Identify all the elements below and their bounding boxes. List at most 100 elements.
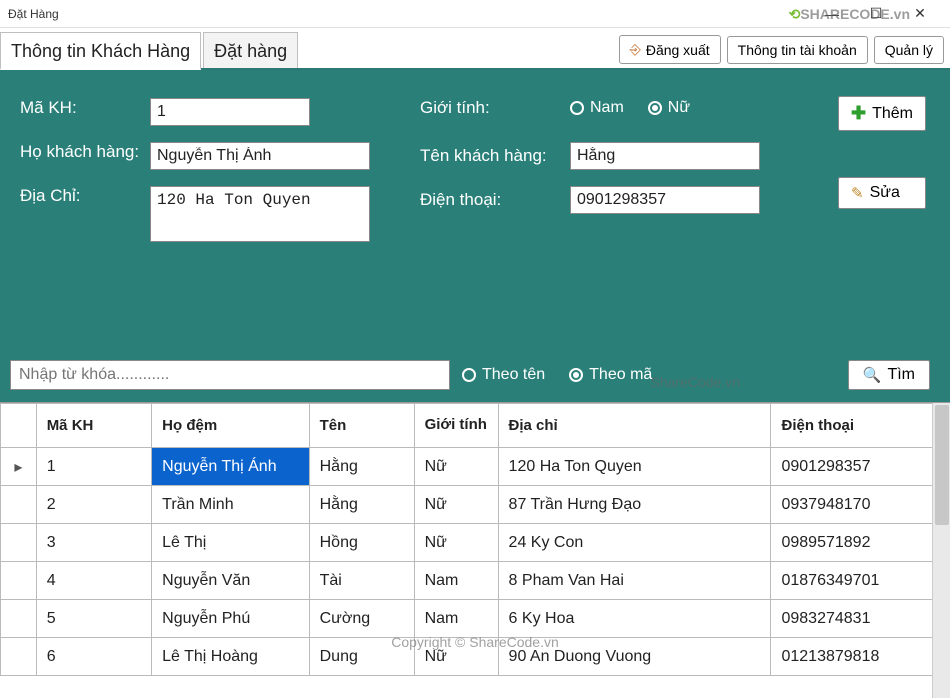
logout-button[interactable]: ⎆ Đăng xuất	[619, 35, 721, 64]
cell-dia-chi[interactable]: 24 Ky Con	[498, 524, 771, 562]
cell-ten[interactable]: Hằng	[309, 448, 414, 486]
cell-ten[interactable]: Hằng	[309, 486, 414, 524]
cell-ma-kh[interactable]: 1	[36, 448, 151, 486]
dienthoai-label: Điện thoại:	[420, 190, 570, 210]
gender-nu-option[interactable]: Nữ	[648, 99, 690, 117]
cell-gioi-tinh[interactable]: Nữ	[414, 448, 498, 486]
customer-table[interactable]: Mã KH Họ đệm Tên Giới tính Địa chỉ Điện …	[0, 403, 950, 676]
table-row[interactable]: 4Nguyễn Văn TàiNam8 Pham Van Hai01876349…	[1, 562, 950, 600]
search-button[interactable]: 🔍 Tìm	[848, 360, 930, 390]
cell-ho-dem[interactable]: Lê Thị	[152, 524, 309, 562]
edit-label: Sửa	[870, 184, 900, 202]
ma-kh-label: Mã KH:	[20, 98, 150, 118]
edit-icon: ✎	[851, 184, 864, 202]
customer-table-wrap: Mã KH Họ đệm Tên Giới tính Địa chỉ Điện …	[0, 402, 950, 698]
cell-ho-dem[interactable]: Nguyễn Văn	[152, 562, 309, 600]
cell-dien-thoai[interactable]: 01213879818	[771, 638, 950, 676]
search-by-name-label: Theo tên	[482, 366, 545, 384]
cell-ho-dem[interactable]: Nguyễn Phú	[152, 600, 309, 638]
cell-dia-chi[interactable]: 87 Trần Hưng Đạo	[498, 486, 771, 524]
tab-customer-info[interactable]: Thông tin Khách Hàng	[0, 32, 201, 70]
cell-dia-chi[interactable]: 8 Pham Van Hai	[498, 562, 771, 600]
cell-ho-dem[interactable]: Nguyễn Thị Ánh	[152, 448, 309, 486]
table-row[interactable]: 5Nguyễn PhúCườngNam6 Ky Hoa0983274831	[1, 600, 950, 638]
row-handle: ▸	[1, 448, 37, 486]
cell-dia-chi[interactable]: 90 An Duong Vuong	[498, 638, 771, 676]
gender-nu-label: Nữ	[668, 99, 690, 117]
edit-button[interactable]: ✎ Sửa	[838, 177, 926, 209]
radio-icon	[569, 368, 583, 382]
cell-ma-kh[interactable]: 4	[36, 562, 151, 600]
manage-button[interactable]: Quản lý	[874, 36, 944, 64]
cell-ma-kh[interactable]: 6	[36, 638, 151, 676]
diachi-input[interactable]: 120 Ha Ton Quyen	[150, 186, 370, 242]
col-ten[interactable]: Tên	[309, 404, 414, 448]
cell-dien-thoai[interactable]: 0989571892	[771, 524, 950, 562]
cell-dia-chi[interactable]: 6 Ky Hoa	[498, 600, 771, 638]
cell-ho-dem[interactable]: Trần Minh	[152, 486, 309, 524]
gender-nam-option[interactable]: Nam	[570, 99, 624, 117]
ten-input[interactable]	[570, 142, 760, 170]
cell-ho-dem[interactable]: Lê Thị Hoàng	[152, 638, 309, 676]
search-bar: Theo tên Theo mã 🔍 Tìm	[0, 350, 950, 402]
table-row[interactable]: 3Lê ThịHồngNữ24 Ky Con0989571892	[1, 524, 950, 562]
manage-label: Quản lý	[885, 42, 933, 58]
cell-dien-thoai[interactable]: 0901298357	[771, 448, 950, 486]
gender-radio-group: Nam Nữ	[570, 99, 690, 117]
cell-gioi-tinh[interactable]: Nữ	[414, 524, 498, 562]
ho-input[interactable]	[150, 142, 370, 170]
gender-nam-label: Nam	[590, 99, 624, 117]
col-dien-thoai[interactable]: Điện thoại	[771, 404, 950, 448]
minimize-button[interactable]: —	[810, 1, 854, 27]
radio-icon	[570, 101, 584, 115]
radio-icon	[462, 368, 476, 382]
cell-ten[interactable]: Cường	[309, 600, 414, 638]
table-row[interactable]: 2Trần MinhHằngNữ87 Trần Hưng Đạo09379481…	[1, 486, 950, 524]
search-input[interactable]	[10, 360, 450, 390]
maximize-button[interactable]: ☐	[854, 1, 898, 27]
cell-ma-kh[interactable]: 5	[36, 600, 151, 638]
scrollbar-thumb[interactable]	[935, 405, 949, 525]
cell-ten[interactable]: Dung	[309, 638, 414, 676]
cell-ten[interactable]: Tài	[309, 562, 414, 600]
tab-order[interactable]: Đặt hàng	[203, 32, 298, 68]
row-handle	[1, 524, 37, 562]
account-info-label: Thông tin tài khoản	[738, 42, 857, 58]
dienthoai-input[interactable]	[570, 186, 760, 214]
col-ho-dem[interactable]: Họ đệm	[152, 404, 309, 448]
col-gioi-tinh[interactable]: Giới tính	[414, 404, 498, 448]
ten-label: Tên khách hàng:	[420, 146, 570, 166]
top-toolbar: Thông tin Khách Hàng Đặt hàng ⎆ Đăng xuấ…	[0, 28, 950, 70]
cell-gioi-tinh[interactable]: Nam	[414, 600, 498, 638]
col-dia-chi[interactable]: Địa chỉ	[498, 404, 771, 448]
search-by-id-option[interactable]: Theo mã	[569, 366, 652, 384]
ma-kh-input[interactable]	[150, 98, 310, 126]
row-handle	[1, 600, 37, 638]
cell-ma-kh[interactable]: 2	[36, 486, 151, 524]
search-by-name-option[interactable]: Theo tên	[462, 366, 545, 384]
cell-dien-thoai[interactable]: 0983274831	[771, 600, 950, 638]
cell-dien-thoai[interactable]: 0937948170	[771, 486, 950, 524]
cell-gioi-tinh[interactable]: Nữ	[414, 638, 498, 676]
diachi-label: Địa Chỉ:	[20, 186, 150, 206]
add-button[interactable]: ✚ Thêm	[838, 96, 926, 131]
window-controls: — ☐ ✕	[810, 1, 942, 27]
table-row[interactable]: ▸1Nguyễn Thị ÁnhHằngNữ120 Ha Ton Quyen09…	[1, 448, 950, 486]
cell-gioi-tinh[interactable]: Nữ	[414, 486, 498, 524]
table-scrollbar[interactable]	[932, 403, 950, 698]
cell-ma-kh[interactable]: 3	[36, 524, 151, 562]
logout-icon: ⎆	[630, 41, 641, 58]
tab-strip: Thông tin Khách Hàng Đặt hàng	[0, 28, 300, 68]
col-ma-kh[interactable]: Mã KH	[36, 404, 151, 448]
close-button[interactable]: ✕	[898, 1, 942, 27]
row-handle-header	[1, 404, 37, 448]
cell-dia-chi[interactable]: 120 Ha Ton Quyen	[498, 448, 771, 486]
account-info-button[interactable]: Thông tin tài khoản	[727, 36, 868, 64]
row-handle	[1, 638, 37, 676]
cell-gioi-tinh[interactable]: Nam	[414, 562, 498, 600]
cell-ten[interactable]: Hồng	[309, 524, 414, 562]
table-row[interactable]: 6Lê Thị HoàngDungNữ90 An Duong Vuong0121…	[1, 638, 950, 676]
add-label: Thêm	[872, 105, 913, 123]
cell-dien-thoai[interactable]: 01876349701	[771, 562, 950, 600]
plus-icon: ✚	[851, 103, 866, 124]
